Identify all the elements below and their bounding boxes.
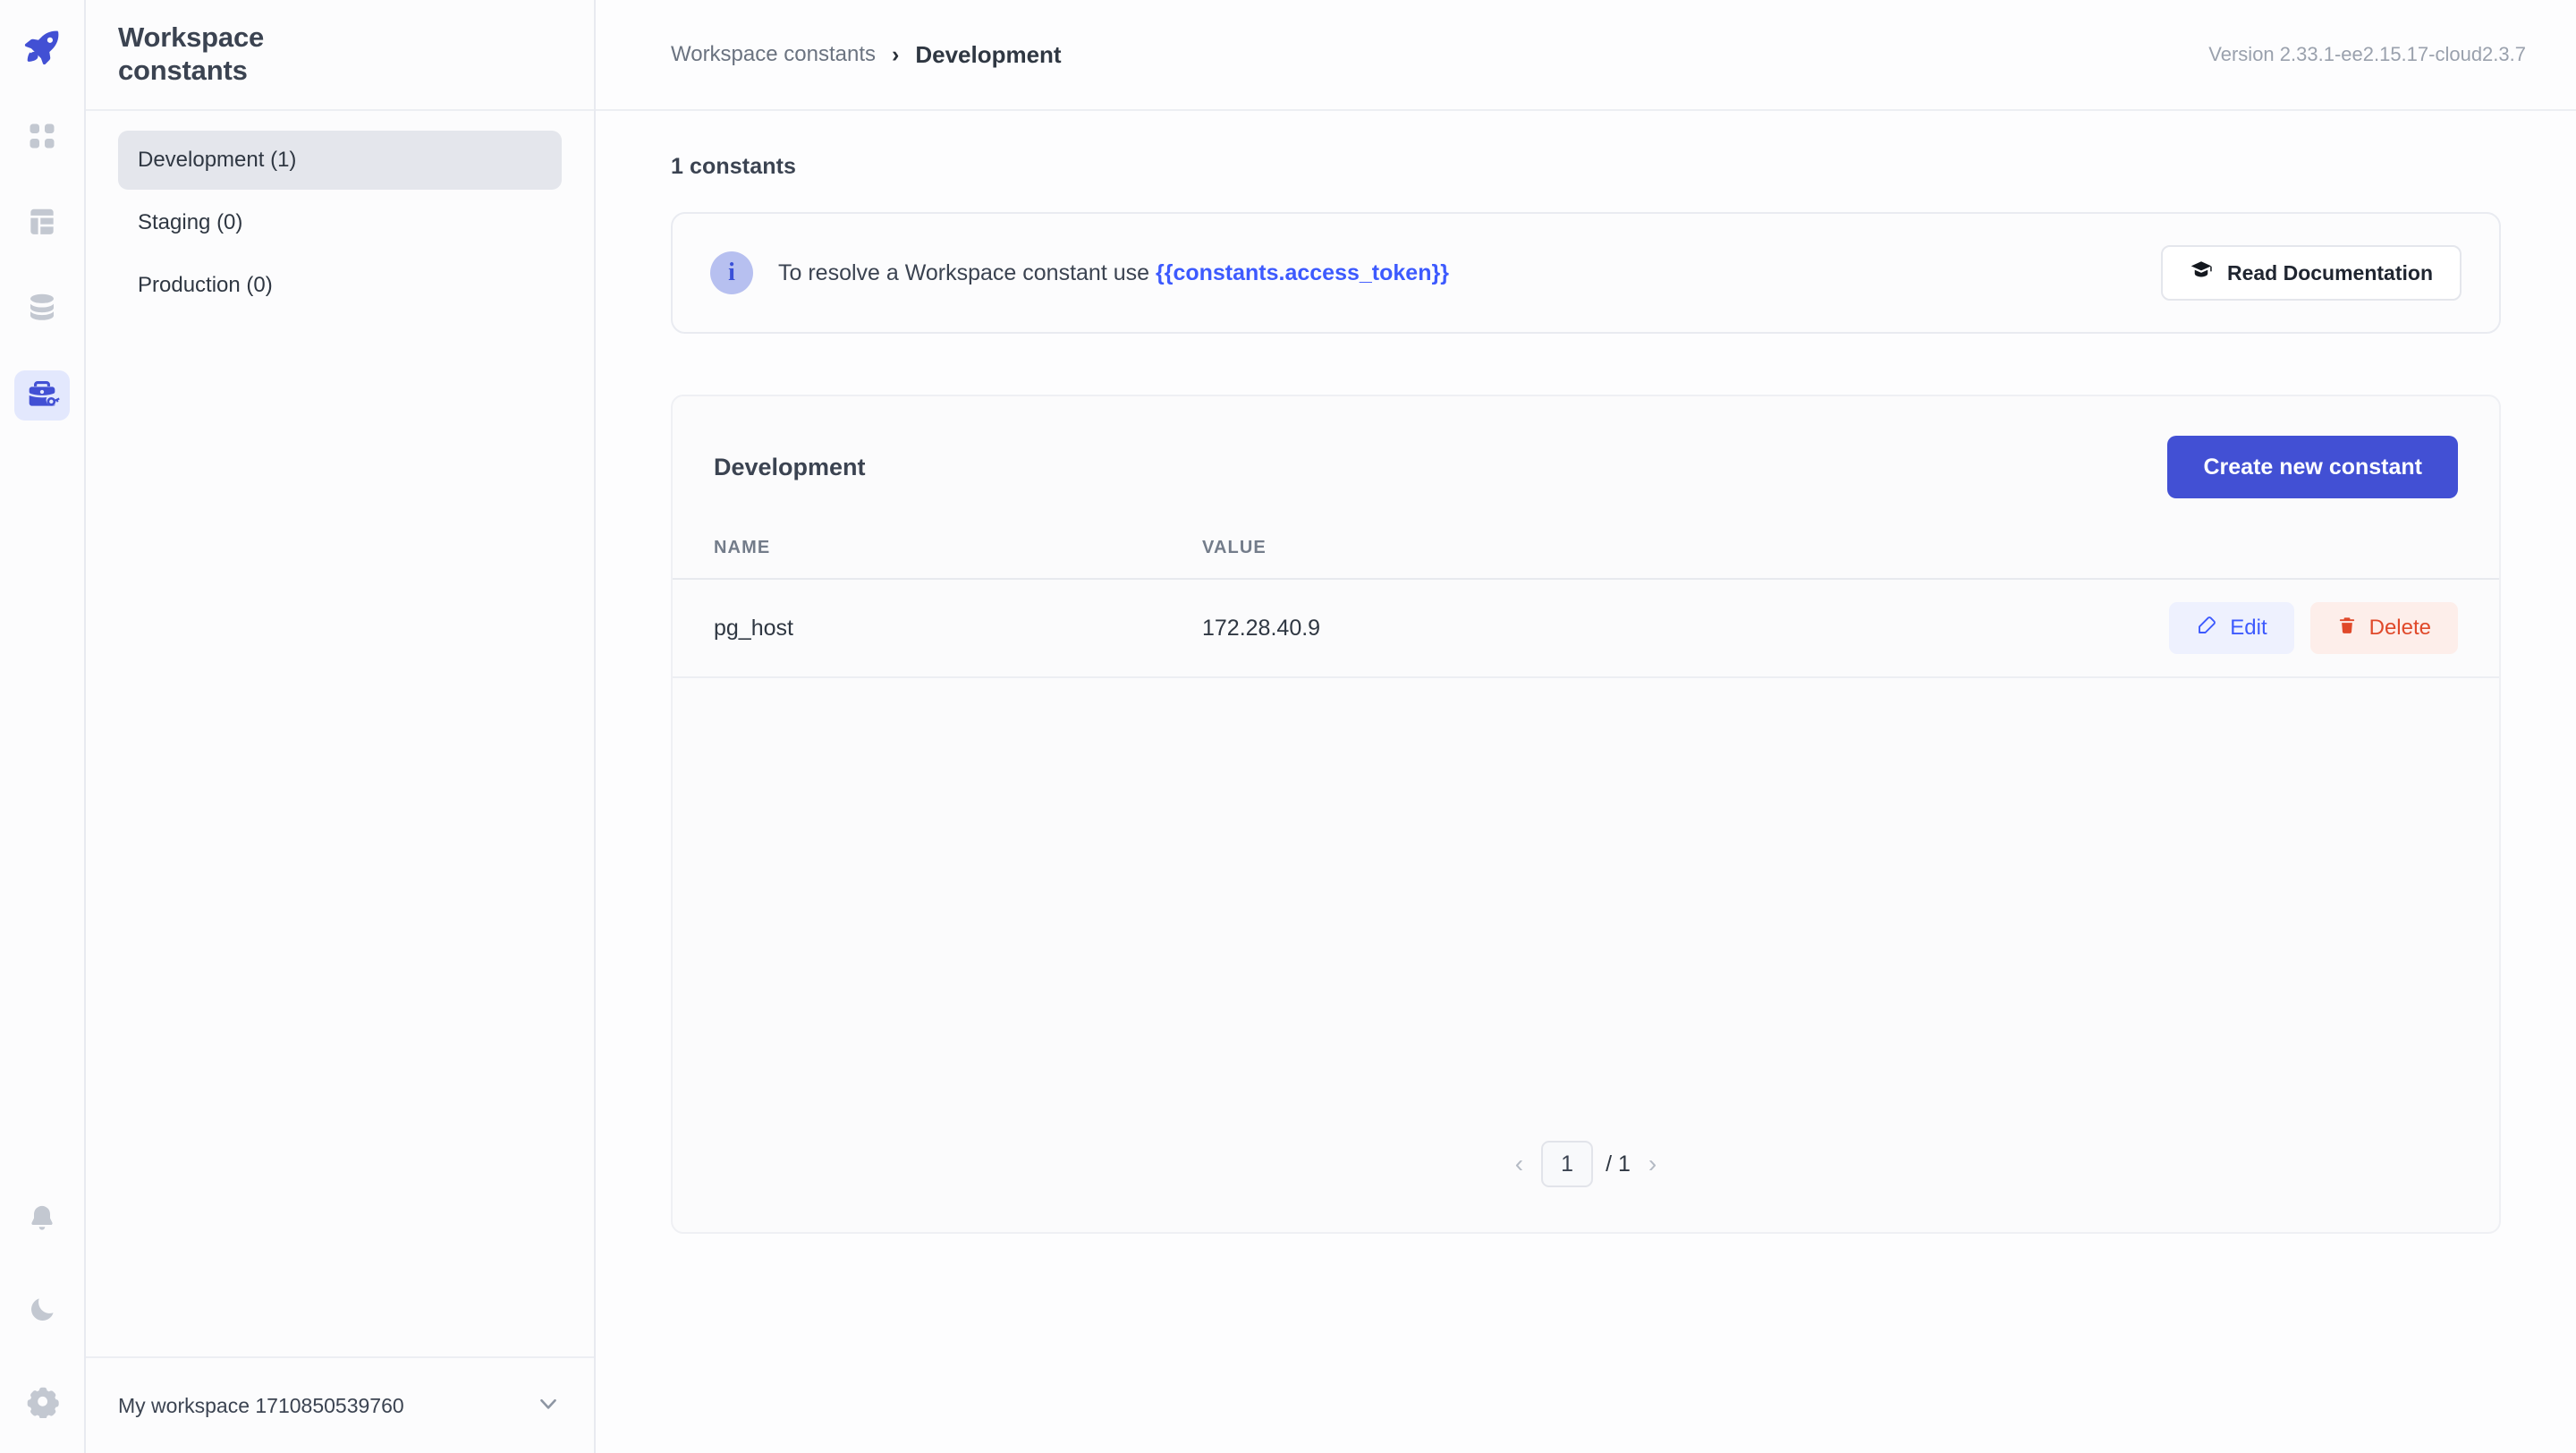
info-banner-prefix: To resolve a Workspace constant use — [778, 260, 1156, 285]
chevron-down-icon — [535, 1390, 562, 1422]
top-bar: Workspace constants › Development Versio… — [596, 0, 2576, 111]
pagination: ‹ 1 / 1 › — [1510, 1141, 1662, 1187]
gear-settings-icon — [25, 1384, 59, 1423]
database-icon — [25, 291, 59, 329]
apps-grid-icon — [26, 120, 58, 157]
edit-button-label: Edit — [2230, 616, 2267, 641]
rail-bottom-group — [14, 1195, 70, 1428]
info-banner-code: {{constants.access_token}} — [1156, 260, 1449, 285]
chevron-right-icon[interactable]: › — [1643, 1150, 1662, 1178]
card-title: Development — [714, 454, 866, 481]
read-documentation-button[interactable]: Read Documentation — [2161, 245, 2462, 301]
table-row: pg_host 172.28.40.9 Edit — [673, 580, 2499, 678]
sidebar-item-staging[interactable]: Staging (0) — [118, 193, 562, 252]
main-area: Workspace constants › Development Versio… — [596, 0, 2576, 1453]
version-label: Version 2.33.1-ee2.15.17-cloud2.3.7 — [2208, 43, 2526, 66]
sidebar-item-label: Staging (0) — [138, 210, 242, 235]
sidebar-item-dashboard[interactable] — [14, 199, 70, 249]
chevron-left-icon[interactable]: ‹ — [1510, 1150, 1529, 1178]
sidebar-item-database[interactable] — [14, 285, 70, 335]
pagination-wrapper: ‹ 1 / 1 › — [673, 1141, 2499, 1232]
create-new-constant-button[interactable]: Create new constant — [2167, 436, 2458, 498]
constants-card: Development Create new constant NAME VAL… — [671, 395, 2501, 1234]
read-documentation-label: Read Documentation — [2227, 261, 2433, 285]
left-panel: Workspace constants Development (1) Stag… — [86, 0, 596, 1453]
table-header-row: NAME VALUE — [673, 538, 2499, 580]
sidebar-item-settings[interactable] — [14, 1378, 70, 1428]
delete-button[interactable]: Delete — [2310, 602, 2458, 654]
delete-button-label: Delete — [2369, 616, 2431, 641]
workspace-selector[interactable]: My workspace 1710850539760 — [86, 1356, 594, 1453]
card-header: Development Create new constant — [673, 396, 2499, 498]
info-banner: i To resolve a Workspace constant use {{… — [671, 212, 2501, 334]
column-header-value: VALUE — [1202, 538, 2073, 558]
page-total-label: / 1 — [1606, 1151, 1631, 1177]
constant-name: pg_host — [714, 616, 1202, 642]
bell-notification-icon — [26, 1202, 58, 1239]
moon-dark-mode-icon — [26, 1294, 58, 1330]
pencil-square-icon — [2196, 615, 2217, 642]
sidebar-item-dark-mode[interactable] — [14, 1287, 70, 1337]
page-title: Workspace constants — [118, 21, 324, 87]
environment-list: Development (1) Staging (0) Production (… — [86, 111, 594, 1356]
constants-count: 1 constants — [671, 154, 2501, 180]
edit-button[interactable]: Edit — [2169, 602, 2293, 654]
rocket-icon[interactable] — [14, 20, 70, 75]
info-icon: i — [710, 251, 753, 294]
sidebar-item-notifications[interactable] — [14, 1195, 70, 1245]
column-header-name: NAME — [714, 538, 1202, 558]
breadcrumb-root[interactable]: Workspace constants — [671, 42, 876, 67]
sidebar-item-apps[interactable] — [14, 113, 70, 163]
constants-table: NAME VALUE pg_host 172.28.40.9 — [673, 538, 2499, 678]
icon-rail — [0, 0, 86, 1453]
breadcrumb-current: Development — [915, 41, 1061, 69]
sidebar-item-workspace-constants[interactable] — [14, 370, 70, 421]
row-actions: Edit Delete — [2073, 602, 2458, 654]
workspace-selector-label: My workspace 1710850539760 — [118, 1394, 404, 1418]
info-banner-left: i To resolve a Workspace constant use {{… — [710, 251, 1449, 294]
sidebar-item-label: Development (1) — [138, 148, 296, 173]
breadcrumb: Workspace constants › Development — [671, 41, 1062, 69]
workspace-constants-icon — [24, 376, 60, 416]
sidebar-item-production[interactable]: Production (0) — [118, 256, 562, 315]
trash-icon — [2337, 616, 2357, 642]
dashboard-layout-icon — [25, 205, 59, 243]
page-number-input[interactable]: 1 — [1541, 1141, 1593, 1187]
chevron-right-icon: › — [892, 42, 899, 68]
graduation-cap-icon — [2190, 259, 2213, 287]
sidebar-item-label: Production (0) — [138, 273, 273, 298]
left-panel-header: Workspace constants — [86, 0, 594, 111]
constant-value: 172.28.40.9 — [1202, 616, 2073, 642]
content-area: 1 constants i To resolve a Workspace con… — [596, 111, 2576, 1453]
info-banner-text: To resolve a Workspace constant use {{co… — [778, 260, 1449, 286]
sidebar-item-development[interactable]: Development (1) — [118, 131, 562, 190]
app-root: Workspace constants Development (1) Stag… — [0, 0, 2576, 1453]
